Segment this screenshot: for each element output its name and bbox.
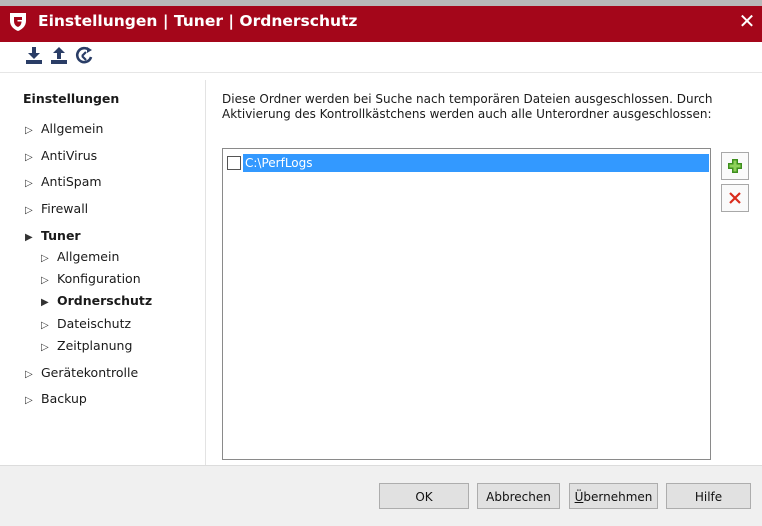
expand-arrow-icon: ▷: [25, 205, 33, 216]
expand-arrow-icon: ▷: [41, 320, 49, 331]
expand-arrow-icon: ▷: [25, 125, 33, 136]
sidebar-subitem-zeitplanung[interactable]: ▷ Zeitplanung: [41, 338, 132, 353]
list-item[interactable]: C:\PerfLogs: [227, 154, 709, 172]
sidebar-item-label: Zeitplanung: [57, 338, 133, 353]
description-text: Diese Ordner werden bei Suche nach tempo…: [222, 92, 713, 121]
sidebar-item-backup[interactable]: ▷ Backup: [25, 391, 87, 406]
sidebar-subitem-allgemein[interactable]: ▷ Allgemein: [41, 249, 119, 264]
sidebar-item-label: Firewall: [41, 201, 89, 216]
add-icon: [728, 159, 742, 173]
expand-arrow-icon: ▷: [25, 395, 33, 406]
toolbar: [0, 42, 762, 72]
download-icon[interactable]: [24, 46, 44, 66]
window-title: Einstellungen | Tuner | Ordnerschutz: [38, 12, 358, 30]
selected-arrow-icon: ▶: [41, 297, 49, 308]
expand-arrow-icon: ▷: [25, 178, 33, 189]
dialog-footer: OK Abbrechen Übernehmen Hilfe: [0, 465, 762, 526]
sidebar-item-antispam[interactable]: ▷ AntiSpam: [25, 174, 102, 189]
help-button[interactable]: Hilfe: [666, 483, 751, 509]
folder-path[interactable]: C:\PerfLogs: [243, 154, 709, 172]
top-strip: [0, 0, 762, 6]
sidebar-item-label: Backup: [41, 391, 87, 406]
reset-defaults-icon[interactable]: [74, 46, 94, 66]
remove-folder-button[interactable]: [721, 184, 749, 212]
sidebar-item-firewall[interactable]: ▷ Firewall: [25, 201, 88, 216]
title-bar: Einstellungen | Tuner | Ordnerschutz ✕: [0, 0, 762, 42]
sidebar-heading: Einstellungen: [23, 91, 120, 106]
sidebar-item-label: Tuner: [41, 228, 81, 243]
sidebar-item-allgemein[interactable]: ▷ Allgemein: [25, 121, 103, 136]
expand-arrow-icon: ▷: [25, 369, 33, 380]
sidebar-item-geraetekontrolle[interactable]: ▷ Gerätekontrolle: [25, 365, 138, 380]
sidebar-item-label: Allgemein: [57, 249, 120, 264]
expand-arrow-icon: ▷: [41, 275, 49, 286]
sidebar-item-label: AntiVirus: [41, 148, 98, 163]
sidebar-subitem-konfiguration[interactable]: ▷ Konfiguration: [41, 271, 141, 286]
excluded-folders-list[interactable]: C:\PerfLogs: [222, 148, 711, 460]
add-folder-button[interactable]: [721, 152, 749, 180]
sidebar-item-label: Gerätekontrolle: [41, 365, 139, 380]
sidebar-item-antivirus[interactable]: ▷ AntiVirus: [25, 148, 97, 163]
sidebar-item-label: Konfiguration: [57, 271, 141, 286]
gdata-shield-icon: [10, 13, 26, 31]
apply-button[interactable]: Übernehmen: [569, 483, 658, 509]
expand-arrow-icon: ▷: [41, 342, 49, 353]
include-subfolders-checkbox[interactable]: [227, 156, 241, 170]
expanded-arrow-icon: ▶: [25, 232, 33, 243]
sidebar-item-label: Dateischutz: [57, 316, 132, 331]
sidebar-item-label: Ordnerschutz: [57, 293, 153, 308]
sidebar-item-label: AntiSpam: [41, 174, 102, 189]
sidebar-item-label: Allgemein: [41, 121, 104, 136]
sidebar-divider: [205, 80, 206, 465]
sidebar-subitem-ordnerschutz[interactable]: ▶ Ordnerschutz: [41, 293, 152, 308]
apply-label-rest: bernehmen: [583, 490, 653, 504]
upload-icon[interactable]: [49, 46, 69, 66]
settings-sidebar: Einstellungen ▷ Allgemein ▷ AntiVirus ▷ Ant…: [0, 73, 205, 465]
close-button[interactable]: ✕: [736, 10, 758, 32]
ok-button[interactable]: OK: [379, 483, 469, 509]
sidebar-subitem-dateischutz[interactable]: ▷ Dateischutz: [41, 316, 131, 331]
cancel-button[interactable]: Abbrechen: [477, 483, 560, 509]
expand-arrow-icon: ▷: [41, 253, 49, 264]
expand-arrow-icon: ▷: [25, 152, 33, 163]
sidebar-item-tuner[interactable]: ▶ Tuner: [25, 228, 81, 243]
remove-icon: [729, 192, 741, 204]
